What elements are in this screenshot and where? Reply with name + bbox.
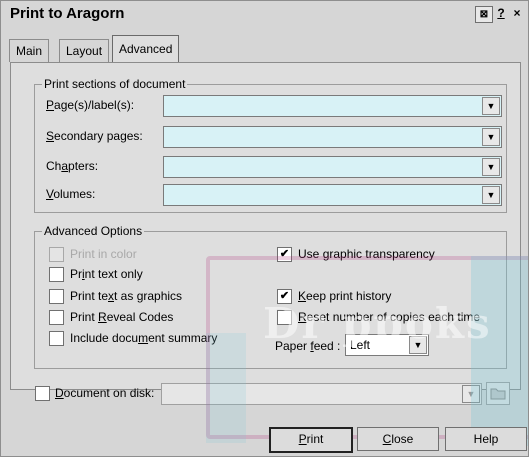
print-sections-legend: Print sections of document <box>42 77 188 91</box>
pages-label: Page(s)/label(s): <box>46 98 135 112</box>
print-in-color-label: Print in color <box>70 247 137 261</box>
tab-layout[interactable]: Layout <box>59 39 110 62</box>
paper-feed-label: Paper feed : <box>275 339 341 353</box>
document-on-disk-label: Document on disk: <box>55 386 155 400</box>
include-summary-checkbox[interactable] <box>49 331 64 346</box>
chevron-down-icon[interactable]: ▼ <box>482 97 500 115</box>
pages-combo[interactable]: ▼ <box>163 95 502 117</box>
close-icon[interactable]: × <box>511 6 523 21</box>
help-icon[interactable]: ? <box>495 6 507 21</box>
tab-main[interactable]: Main <box>9 39 50 62</box>
print-dialog: Print to Aragorn ⊠ ? × Main Layout Advan… <box>0 0 529 457</box>
advanced-panel: Print sections of document Page(s)/label… <box>10 62 521 405</box>
advanced-options-legend: Advanced Options <box>42 224 145 238</box>
use-graphic-transparency-label: Use graphic transparency <box>298 247 435 261</box>
chevron-down-icon[interactable]: ▼ <box>482 186 500 204</box>
volumes-combo[interactable]: ▼ <box>163 184 502 206</box>
volumes-label: Volumes: <box>46 187 96 201</box>
help-button[interactable]: Help <box>445 427 527 451</box>
paper-feed-value: Left <box>350 338 371 352</box>
close-button[interactable]: Close <box>357 427 439 451</box>
keep-print-history-label: Keep print history <box>298 289 392 303</box>
tab-advanced[interactable]: Advanced <box>112 35 180 63</box>
print-text-only-label: Print text only <box>70 267 143 281</box>
print-text-as-graphics-checkbox[interactable] <box>49 289 64 304</box>
document-on-disk-combo[interactable]: ▼ <box>161 383 482 405</box>
chevron-down-icon[interactable]: ▼ <box>482 158 500 176</box>
use-graphic-transparency-checkbox[interactable]: ✔ <box>277 247 292 262</box>
print-reveal-codes-checkbox[interactable] <box>49 310 64 325</box>
dialog-title: Print to Aragorn <box>10 5 125 22</box>
document-on-disk-checkbox[interactable] <box>35 386 50 401</box>
reset-copies-checkbox[interactable] <box>277 310 292 325</box>
keep-print-history-checkbox[interactable]: ✔ <box>277 289 292 304</box>
title-bar: Print to Aragorn ⊠ ? × <box>1 1 528 27</box>
secondary-pages-label: Secondary pages: <box>46 129 143 143</box>
include-summary-label: Include document summary <box>70 331 218 345</box>
print-button[interactable]: Print <box>269 427 353 453</box>
chevron-down-icon[interactable]: ▼ <box>409 336 427 354</box>
print-reveal-codes-label: Print Reveal Codes <box>70 310 174 324</box>
chapters-combo[interactable]: ▼ <box>163 156 502 178</box>
print-in-color-checkbox[interactable] <box>49 247 64 262</box>
chapters-label: Chapters: <box>46 159 99 173</box>
print-text-only-checkbox[interactable] <box>49 267 64 282</box>
reset-copies-label: Reset number of copies each time <box>298 310 481 324</box>
secondary-pages-combo[interactable]: ▼ <box>163 126 502 148</box>
print-text-as-graphics-label: Print text as graphics <box>70 289 183 303</box>
chevron-down-icon[interactable]: ▼ <box>462 385 480 403</box>
paper-feed-select[interactable]: Left ▼ <box>345 334 429 356</box>
folder-icon[interactable] <box>486 382 510 405</box>
chevron-down-icon[interactable]: ▼ <box>482 128 500 146</box>
maximize-icon[interactable]: ⊠ <box>475 6 493 23</box>
